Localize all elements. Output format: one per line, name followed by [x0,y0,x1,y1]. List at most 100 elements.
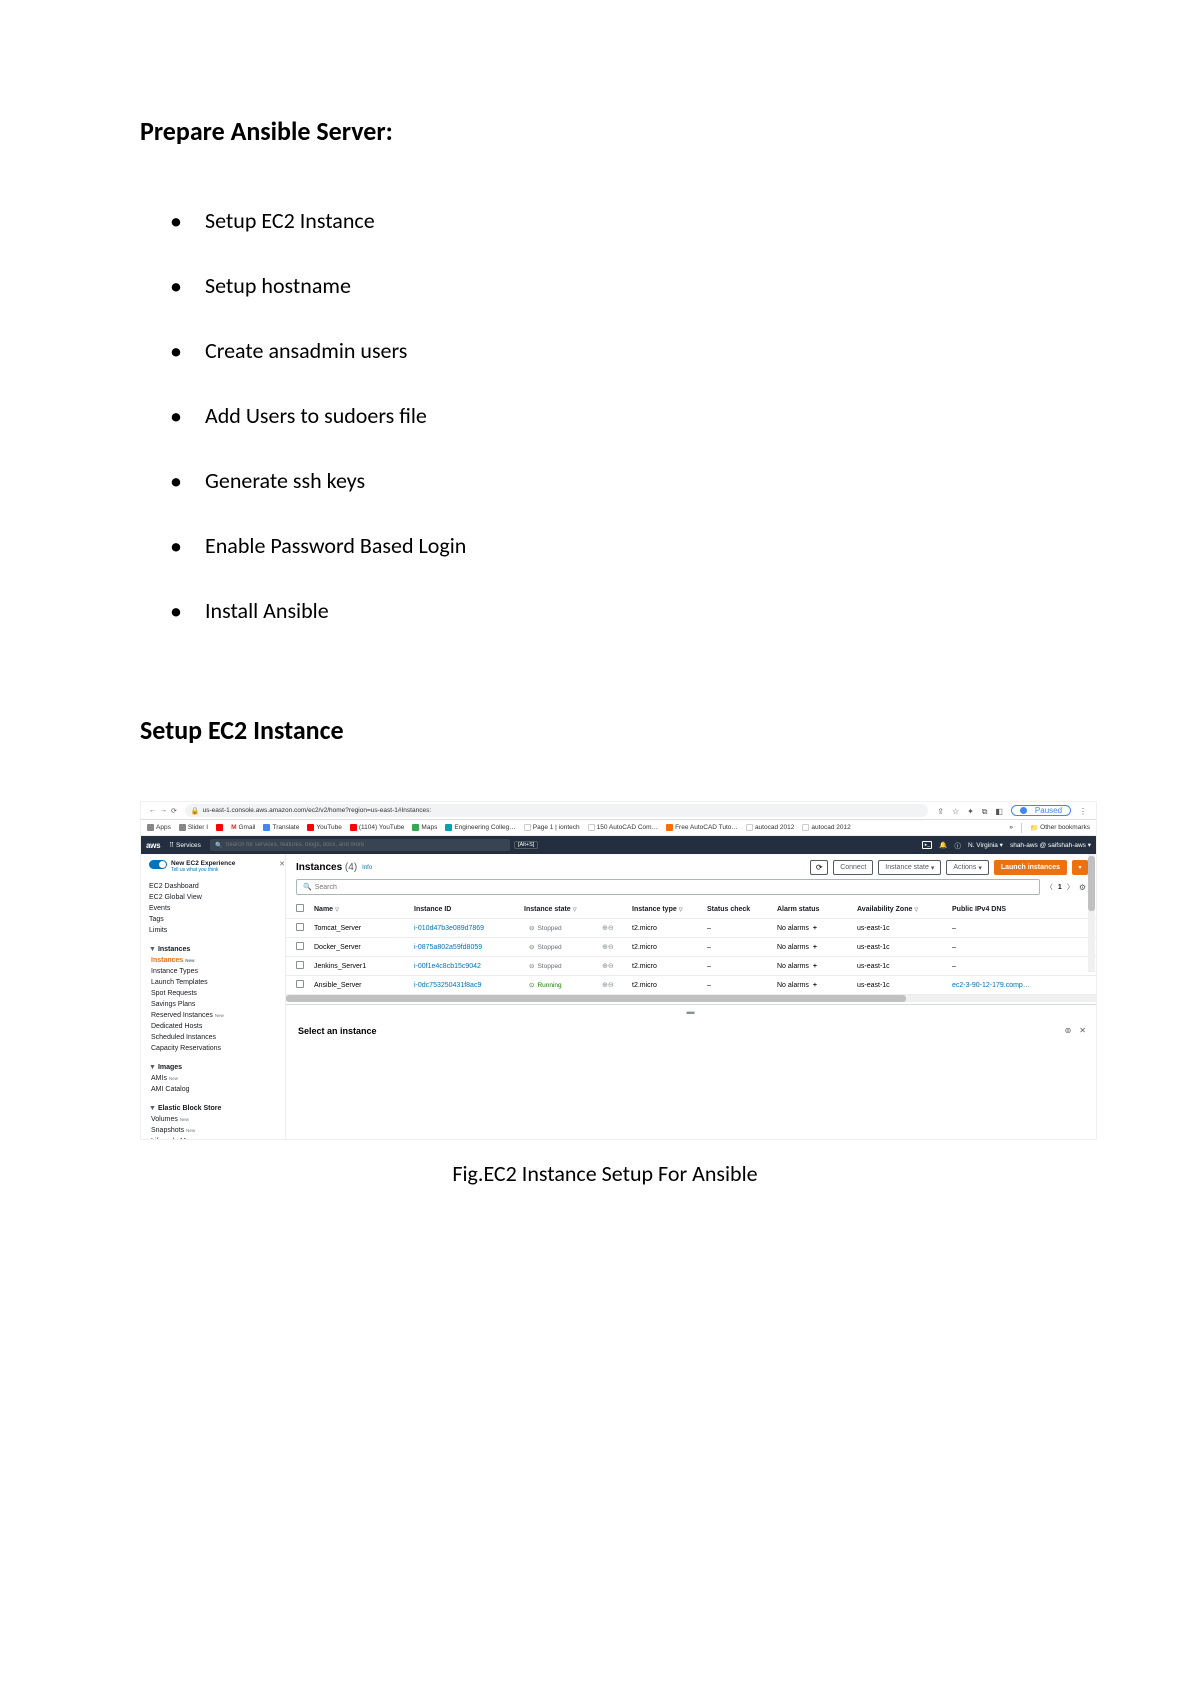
url-bar[interactable]: 🔒 us-east-1.console.aws.amazon.com/ec2/v… [185,804,928,817]
user-menu[interactable]: shah-aws @ saifshah-aws ▾ [1010,841,1091,849]
sidebar-item[interactable]: Lifecycle ManagerNew [149,1136,285,1139]
row-checkbox[interactable] [296,942,304,950]
reload-icon[interactable]: ⟳ [171,807,177,815]
zoom-icon[interactable]: ⊕⊖ [602,944,614,951]
aws-logo[interactable]: aws [146,841,160,850]
aws-search-input[interactable] [225,842,505,848]
bookmark-translate[interactable]: Translate [263,824,299,831]
row-checkbox[interactable] [296,923,304,931]
aws-search[interactable]: 🔍 [210,839,510,851]
scrollbar-horizontal[interactable] [286,995,1096,1002]
bookmark-other[interactable]: 📁Other bookmarks [1030,824,1090,832]
connect-button[interactable]: Connect [833,860,873,875]
cloudshell-icon[interactable]: ▸_ [922,841,932,849]
close-icon[interactable]: ✕ [279,860,285,868]
bookmark-acad2012b[interactable]: autocad 2012 [802,824,850,831]
menu-icon[interactable]: ⋮ [1079,807,1087,816]
sort-icon[interactable]: ▽ [335,907,339,913]
instance-id-link[interactable]: i-0dc753250431f8ac9 [414,982,481,989]
zoom-icon[interactable]: ⊕⊖ [602,963,614,970]
sidebar-item[interactable]: VolumesNew [149,1114,285,1125]
sidebar-group-ebs[interactable]: ▼Elastic Block Store [149,1103,285,1114]
region-selector[interactable]: N. Virginia ▾ [968,841,1003,849]
window-icon[interactable]: ◧ [995,807,1003,816]
close-details-icon[interactable]: ✕ [1079,1026,1086,1035]
bookmark-freetuts[interactable]: Free AutoCAD Tuto… [666,824,738,831]
row-checkbox[interactable] [296,980,304,988]
sidebar-item[interactable]: Scheduled Instances [149,1032,285,1043]
share-icon[interactable]: ⇪ [937,807,944,816]
forward-icon[interactable]: → [160,807,167,814]
back-icon[interactable]: ← [149,807,156,814]
sort-icon[interactable]: ▽ [914,907,918,913]
add-alarm-icon[interactable]: + [813,982,817,989]
refresh-button[interactable]: ⟳ [810,860,828,875]
bookmark-i104[interactable]: (1104) YouTube [350,824,405,831]
table-search-input[interactable] [315,884,1033,891]
sidebar-group-instances[interactable]: ▼Instances [149,944,285,955]
bookmark-youtube[interactable]: YouTube [307,824,342,831]
scrollbar-vertical[interactable] [1088,854,1095,972]
page-next[interactable]: 〉 [1067,882,1074,892]
prefs-icon[interactable]: ⊚ [1065,1026,1072,1035]
actions-button[interactable]: Actions▾ [946,860,988,875]
row-checkbox[interactable] [296,961,304,969]
page-prev[interactable]: 〈 [1046,882,1053,892]
zoom-icon[interactable]: ⊕⊖ [602,982,614,989]
instance-id-link[interactable]: i-00f1e4c8cb15c9042 [414,963,481,970]
sidebar-item[interactable]: EC2 Dashboard [149,881,285,892]
profile-paused[interactable]: Paused [1011,805,1071,816]
sidebar-item[interactable]: InstancesNew [149,955,285,966]
sidebar-item[interactable]: Spot Requests [149,988,285,999]
instance-state-button[interactable]: Instance state▾ [878,860,941,875]
bookmark-page1[interactable]: Page 1 | iontech [524,824,580,831]
bookmark-sliderl[interactable]: Slider I [179,824,208,831]
help-icon[interactable]: ⓘ [955,840,962,850]
launch-instances-button[interactable]: Launch instances [994,860,1067,875]
services-button[interactable]: ⠿ Services [164,839,206,851]
new-experience-sublabel[interactable]: Tell us what you think [171,867,235,873]
sidebar-item[interactable]: Events [149,903,285,914]
bookmark-autocad150[interactable]: 150 AutoCAD Com… [588,824,658,831]
select-all-checkbox[interactable] [296,904,304,912]
sidebar-item[interactable]: AMIsNew [149,1073,285,1084]
table-row[interactable]: Tomcat_Serveri-010d47b3e089d7869⊖Stopped… [286,919,1096,938]
bookmark-apps[interactable]: Apps [147,824,171,831]
sidebar-item[interactable]: Reserved InstancesNew [149,1010,285,1021]
sort-icon[interactable]: ▽ [679,907,683,913]
new-experience-toggle[interactable] [149,860,167,869]
bookmark-gmail[interactable]: MGmail [231,824,255,831]
sidebar-item[interactable]: Launch Templates [149,977,285,988]
group-icon[interactable]: ⧉ [982,807,988,816]
sidebar-item[interactable]: Dedicated Hosts [149,1021,285,1032]
sidebar-item[interactable]: Savings Plans [149,999,285,1010]
sidebar-item[interactable]: AMI Catalog [149,1084,285,1095]
sidebar-group-images[interactable]: ▼Images [149,1062,285,1073]
add-alarm-icon[interactable]: + [813,963,817,970]
bookmark-acad2012a[interactable]: autocad 2012 [746,824,794,831]
instance-id-link[interactable]: i-0875a802a59fd8059 [414,944,482,951]
sidebar-item[interactable]: Capacity Reservations [149,1043,285,1054]
sidebar-item[interactable]: Tags [149,914,285,925]
sort-icon[interactable]: ▽ [573,907,577,913]
split-handle[interactable]: ▬ [286,1004,1096,1018]
sidebar-item[interactable]: EC2 Global View [149,892,285,903]
zoom-icon[interactable]: ⊕⊖ [602,925,614,932]
sidebar-item[interactable]: Instance Types [149,966,285,977]
settings-gear-icon[interactable]: ⚙ [1079,883,1086,892]
star-icon[interactable]: ☆ [952,807,959,816]
bookmark-youtube-icon[interactable] [216,824,223,831]
add-alarm-icon[interactable]: + [813,944,817,951]
table-row[interactable]: Jenkins_Server1i-00f1e4c8cb15c9042⊖Stopp… [286,957,1096,976]
table-row[interactable]: Docker_Serveri-0875a802a59fd8059⊖Stopped… [286,938,1096,957]
bookmark-eng[interactable]: Engineering Colleg… [445,824,515,831]
sidebar-item[interactable]: SnapshotsNew [149,1125,285,1136]
bookmark-more[interactable]: » [1009,824,1013,831]
add-alarm-icon[interactable]: + [813,925,817,932]
sidebar-item[interactable]: Limits [149,925,285,936]
table-search[interactable]: 🔍 [296,879,1040,895]
extension-icon[interactable]: ✦ [967,807,974,816]
info-link[interactable]: Info [362,865,372,871]
bell-icon[interactable]: 🔔 [939,841,947,849]
bookmark-maps[interactable]: Maps [412,824,437,831]
